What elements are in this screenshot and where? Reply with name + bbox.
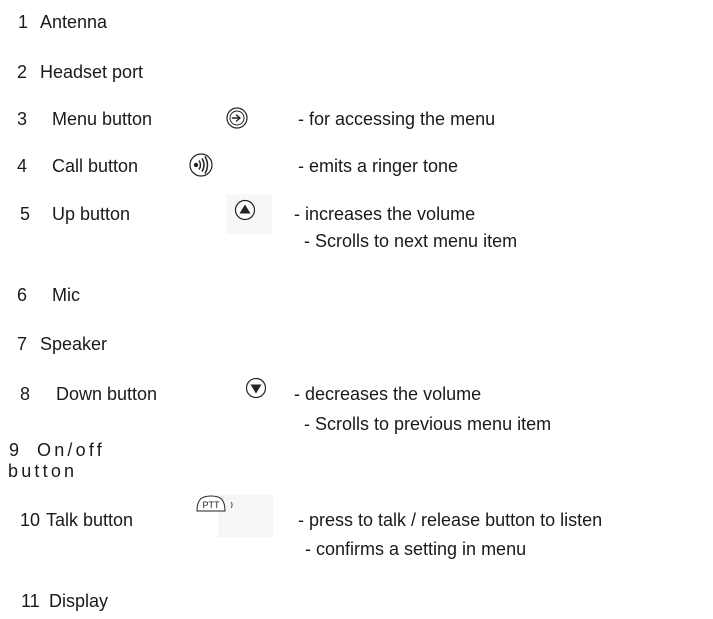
item-5-desc-1: - increases the volume (294, 204, 476, 224)
item-8-number: 8 (20, 384, 31, 404)
item-7-label: Speaker (40, 334, 108, 354)
item-10-desc-2: - confirms a setting in menu (305, 539, 527, 559)
item-11-label: Display (49, 591, 109, 611)
item-6-label: Mic (52, 285, 80, 305)
item-3-number: 3 (17, 109, 28, 129)
item-9-number: 9 (9, 440, 20, 460)
menu-arrow-icon (226, 107, 248, 129)
item-2-label: Headset port (40, 62, 144, 82)
item-8-desc-1: - decreases the volume (294, 384, 482, 404)
item-6-number: 6 (17, 285, 28, 305)
item-1-label: Antenna (40, 12, 108, 32)
ptt-icon: PTT (196, 495, 233, 512)
ptt-icon-text: PTT (203, 500, 221, 510)
item-8-desc-2: - Scrolls to previous menu item (304, 414, 552, 434)
item-4-number: 4 (17, 156, 28, 176)
item-5-number: 5 (20, 204, 31, 224)
item-9-label-continued: button (8, 461, 78, 481)
item-3-desc-1: - for accessing the menu (298, 109, 496, 129)
up-triangle-icon (234, 199, 256, 221)
item-5-desc-2: - Scrolls to next menu item (304, 231, 518, 251)
item-5-label: Up button (52, 204, 131, 224)
down-triangle-icon (245, 377, 267, 399)
item-8-label: Down button (56, 384, 158, 404)
ringer-icon (189, 153, 213, 177)
item-4-desc-1: - emits a ringer tone (298, 156, 459, 176)
item-7-number: 7 (17, 334, 28, 354)
item-9-label: On/off (37, 440, 105, 460)
item-10-desc-1: - press to talk / release button to list… (298, 510, 603, 530)
item-2-number: 2 (17, 62, 28, 82)
item-11-number: 11 (21, 591, 40, 611)
item-1-number: 1 (18, 12, 29, 32)
item-10-label: Talk button (46, 510, 134, 530)
item-3-label: Menu button (52, 109, 153, 129)
item-10-number: 10 (20, 510, 41, 530)
item-4-label: Call button (52, 156, 139, 176)
